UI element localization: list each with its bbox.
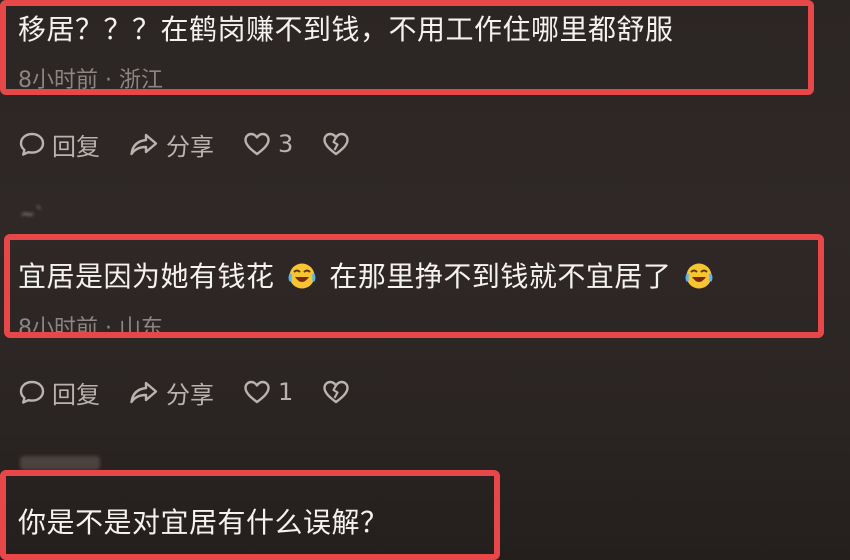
speech-bubble-icon: [19, 380, 45, 404]
broken-heart-icon: [323, 380, 349, 404]
comment-2-like-button[interactable]: 1: [242, 378, 293, 406]
comment-1-meta: 8小时前 · 浙江: [18, 68, 163, 90]
comment-1-like-button[interactable]: 3: [242, 130, 293, 158]
comment-3-username-blurred[interactable]: [20, 456, 100, 470]
rolling-laughing-emoji-icon: [685, 263, 713, 289]
comment-3-text: 你是不是对宜居有什么误解？: [18, 506, 389, 539]
comment-2-text-part2: 在那里挣不到钱就不宜居了: [329, 260, 672, 293]
comment-2-text: 宜居是因为她有钱花 在那里挣不到钱就不宜居了: [18, 259, 717, 295]
comment-2-username[interactable]: ~`: [20, 204, 44, 226]
comment-1-text: 移居？？？在鹤岗赚不到钱，不用工作住哪里都舒服: [18, 13, 674, 46]
comment-2-actions: 回复 分享 1: [18, 372, 379, 412]
comment-2-like-count: 1: [278, 378, 294, 406]
comment-1-reply-button[interactable]: 回复: [18, 127, 100, 162]
comment-1-like-count: 3: [278, 130, 294, 158]
comment-1-dislike-button[interactable]: [321, 130, 351, 158]
heart-icon: [244, 380, 270, 404]
comment-2-share-label: 分享: [166, 380, 214, 409]
share-arrow-icon: [130, 381, 158, 404]
share-arrow-icon: [130, 133, 158, 156]
comment-1-actions: 回复 分享 3: [18, 124, 379, 164]
comment-2-share-button[interactable]: 分享: [128, 375, 214, 410]
rolling-laughing-emoji-icon: [288, 263, 316, 289]
comment-2-reply-label: 回复: [52, 380, 100, 409]
comment-2-text-part1: 宜居是因为她有钱花: [18, 260, 275, 293]
heart-icon: [244, 132, 270, 156]
speech-bubble-icon: [19, 132, 45, 156]
comment-2-dislike-button[interactable]: [321, 378, 351, 406]
broken-heart-icon: [323, 132, 349, 156]
comment-2-meta: 8小时前 · 山东: [18, 316, 163, 336]
comment-2-reply-button[interactable]: 回复: [18, 375, 100, 410]
comment-1-share-label: 分享: [166, 132, 214, 161]
comment-1-reply-label: 回复: [52, 132, 100, 161]
comment-1-share-button[interactable]: 分享: [128, 127, 214, 162]
